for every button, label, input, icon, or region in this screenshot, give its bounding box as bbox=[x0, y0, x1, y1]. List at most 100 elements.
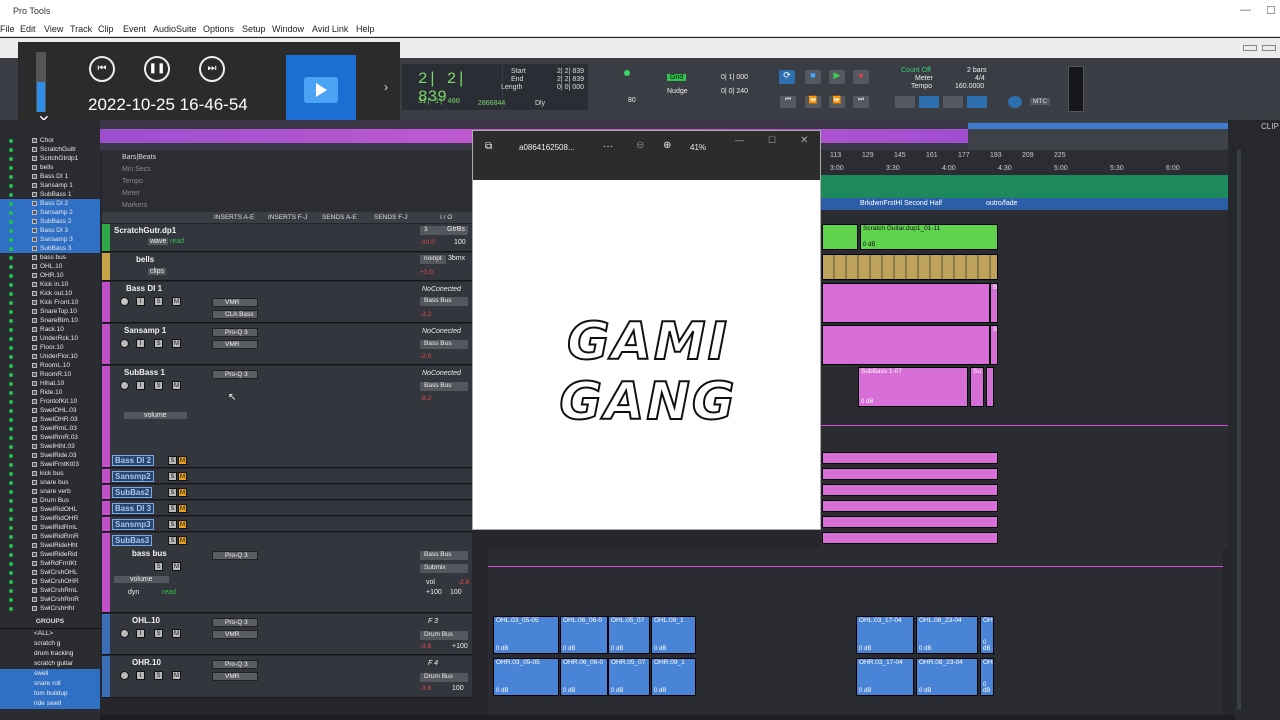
audio-clip[interactable]: OHL.09_1 0 dB bbox=[651, 616, 696, 654]
record-arm-button[interactable] bbox=[120, 339, 129, 348]
track-show-icon[interactable] bbox=[32, 273, 37, 278]
track-show-icon[interactable] bbox=[32, 210, 37, 215]
io-output[interactable]: Drum Bus bbox=[420, 631, 468, 640]
audio-clip[interactable]: OHR.03_05-05 0 dB bbox=[493, 658, 559, 696]
track-active-icon[interactable] bbox=[9, 418, 13, 422]
track-collapsed[interactable]: SubBas2 S M bbox=[102, 485, 472, 500]
tracklist-item[interactable]: SnareTop.10 bbox=[0, 307, 100, 316]
pan-value[interactable]: 100 bbox=[452, 685, 464, 692]
insert-b[interactable]: VMR bbox=[212, 672, 258, 681]
track-active-icon[interactable] bbox=[9, 382, 13, 386]
solo-button[interactable]: S bbox=[154, 297, 163, 306]
track-active-icon[interactable] bbox=[9, 553, 13, 557]
rewind-icon[interactable]: ⏪ bbox=[805, 96, 821, 108]
track-show-icon[interactable] bbox=[32, 327, 37, 332]
tracklist-item[interactable]: SwelRidRmR bbox=[0, 532, 100, 541]
mute-button[interactable]: M bbox=[172, 381, 181, 390]
insert-a[interactable]: Pro-Q 3 bbox=[212, 328, 258, 337]
track-show-icon[interactable] bbox=[32, 228, 37, 233]
track-active-icon[interactable] bbox=[9, 220, 13, 224]
group-item[interactable]: tom buildup bbox=[0, 689, 100, 699]
track-active-icon[interactable] bbox=[9, 184, 13, 188]
track-active-icon[interactable] bbox=[9, 202, 13, 206]
track-show-icon[interactable] bbox=[32, 471, 37, 476]
tracklist-item[interactable]: UnderRck.10 bbox=[0, 334, 100, 343]
pan-value[interactable]: +100 bbox=[452, 643, 468, 650]
clip-scratch-a[interactable] bbox=[822, 224, 858, 250]
track-show-icon[interactable] bbox=[32, 381, 37, 386]
audio-clip[interactable]: OH 0 dB bbox=[980, 616, 994, 654]
track-show-icon[interactable] bbox=[32, 408, 37, 413]
menu-help[interactable]: Help bbox=[356, 24, 375, 34]
stop-icon[interactable]: ■ bbox=[805, 70, 821, 84]
marker-brkdwn[interactable]: BrkdwnFrstHl Second Half bbox=[860, 200, 942, 207]
track-show-icon[interactable] bbox=[32, 597, 37, 602]
track-show-icon[interactable] bbox=[32, 138, 37, 143]
track-active-icon[interactable] bbox=[9, 319, 13, 323]
audio-clip[interactable]: OHL.08_23-04 0 dB bbox=[916, 616, 978, 654]
tracklist-item[interactable]: SwelOHL.03 bbox=[0, 406, 100, 415]
track-active-icon[interactable] bbox=[9, 265, 13, 269]
track-name[interactable]: bass bus bbox=[132, 549, 167, 558]
track-show-icon[interactable] bbox=[32, 309, 37, 314]
track-show-icon[interactable] bbox=[32, 174, 37, 179]
insert-a[interactable]: VMR bbox=[212, 298, 258, 307]
tempo-value[interactable]: 160.0000 bbox=[955, 83, 984, 90]
track-show-icon[interactable] bbox=[32, 570, 37, 575]
track-active-icon[interactable] bbox=[9, 607, 13, 611]
tracklist-item[interactable]: RoomL.10 bbox=[0, 361, 100, 370]
track-active-icon[interactable] bbox=[9, 337, 13, 341]
restore-icon[interactable] bbox=[1243, 45, 1257, 51]
group-item[interactable]: scratch guitar bbox=[0, 659, 100, 669]
pan-value[interactable]: 100 bbox=[454, 239, 466, 246]
track-name[interactable]: OHR.10 bbox=[132, 658, 161, 667]
tracklist-item[interactable]: SwelFrntKt03 bbox=[0, 460, 100, 469]
solo-button[interactable]: S bbox=[154, 562, 163, 571]
track-collapsed[interactable]: Bass DI 3 SM bbox=[102, 501, 472, 516]
tracklist-item[interactable]: SubBass 1 bbox=[0, 190, 100, 199]
track-collapsed[interactable]: Sansmp2 S M bbox=[102, 469, 472, 484]
expand-chevron-icon[interactable]: › bbox=[384, 80, 388, 94]
io-input[interactable]: noinpt bbox=[420, 255, 446, 264]
track-active-icon[interactable] bbox=[9, 571, 13, 575]
tracklist-item[interactable]: Drum Bus bbox=[0, 496, 100, 505]
io-input[interactable]: NoConected bbox=[422, 370, 461, 377]
loop-icon[interactable]: ⟳ bbox=[779, 70, 795, 84]
volume-value[interactable]: -3.9 bbox=[420, 685, 431, 692]
automation-line[interactable] bbox=[820, 425, 1228, 426]
track-show-icon[interactable] bbox=[32, 291, 37, 296]
insert-b[interactable]: VMR bbox=[212, 340, 258, 349]
track-active-icon[interactable] bbox=[9, 517, 13, 521]
automation-mode[interactable]: read bbox=[170, 238, 184, 245]
track-show-icon[interactable] bbox=[32, 507, 37, 512]
track-sansamp-1[interactable]: Sansamp 1 I S M Pro-Q 3 VMR NoConected B… bbox=[102, 324, 472, 365]
track-active-icon[interactable] bbox=[9, 229, 13, 233]
volume-value[interactable]: -10.0 bbox=[420, 239, 435, 246]
track-active-icon[interactable] bbox=[9, 544, 13, 548]
track-show-icon[interactable] bbox=[32, 480, 37, 485]
tracklist-item[interactable]: bells bbox=[0, 163, 100, 172]
io-output[interactable]: Bass Bus bbox=[420, 340, 468, 349]
next-icon[interactable]: ⏭ bbox=[199, 56, 225, 82]
track-show-icon[interactable] bbox=[32, 318, 37, 323]
track-show-icon[interactable] bbox=[32, 390, 37, 395]
clip-bass-di-3[interactable] bbox=[822, 500, 998, 512]
track-collapsed[interactable]: Bass DI 2 SM bbox=[102, 453, 472, 468]
track-active-icon[interactable] bbox=[9, 409, 13, 413]
track-collapsed[interactable]: SubBas3 S M bbox=[102, 533, 472, 548]
tracklist-item[interactable]: bass bus bbox=[0, 253, 100, 262]
track-active-icon[interactable] bbox=[9, 580, 13, 584]
track-view[interactable]: wave bbox=[148, 238, 169, 245]
track-show-icon[interactable] bbox=[32, 156, 37, 161]
solo-button[interactable]: S bbox=[168, 456, 177, 465]
track-name[interactable]: Bass DI 3 bbox=[112, 503, 155, 514]
track-show-icon[interactable] bbox=[32, 255, 37, 260]
track-active-icon[interactable] bbox=[9, 490, 13, 494]
tracklist-item[interactable]: Floor.10 bbox=[0, 343, 100, 352]
tracklist-item[interactable]: SwelRidOHL bbox=[0, 505, 100, 514]
tracklist-item[interactable]: SwlCrshOHL bbox=[0, 568, 100, 577]
track-active-icon[interactable] bbox=[9, 301, 13, 305]
track-show-icon[interactable] bbox=[32, 426, 37, 431]
track-active-icon[interactable] bbox=[9, 139, 13, 143]
end-icon[interactable]: ⏭ bbox=[853, 96, 869, 108]
